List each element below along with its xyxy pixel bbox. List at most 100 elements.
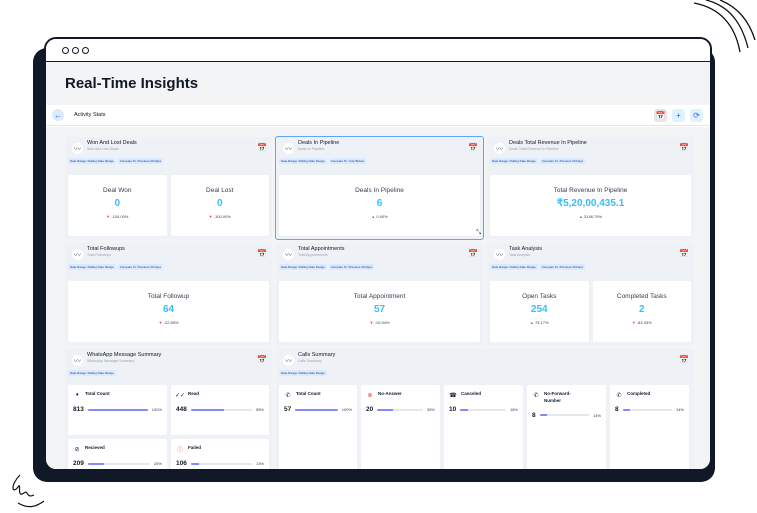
dashboard-content: 〰 Won And Lost Deals Won And Lost Deals … — [46, 127, 712, 469]
up-arrow-icon: ▲ — [578, 214, 583, 219]
stat-label: Open Tasks — [522, 293, 557, 300]
card-subtitle: Deals Total Revenue In Pipeline — [509, 147, 559, 151]
down-arrow-icon: ▼ — [208, 214, 213, 219]
compare-tag: Compare To: Previous 30 Days — [539, 264, 586, 270]
window-dot[interactable] — [82, 46, 89, 54]
calendar-icon[interactable]: 📅 — [679, 248, 689, 258]
call-no-forward-number: ✆ No-Forward-Number 8 14% — [527, 385, 606, 469]
card-tags: Date Range: Rolling Date Range Compare T… — [490, 158, 586, 164]
no-answer-icon: ⊗ — [367, 392, 373, 399]
item-value: 20 — [366, 406, 374, 413]
chart-icon: 〰 — [283, 143, 294, 154]
card-header: 〰 Calls Summary Calls Summary 📅 Date Ran… — [276, 349, 694, 381]
stat-value: 2 — [638, 304, 645, 315]
item-label: Total Count — [85, 391, 110, 396]
card-body: Total Revenue In Pipeline ₹5,20,00,435.1… — [490, 175, 691, 236]
stat-value: 0 — [216, 198, 223, 209]
chart-icon: 〰 — [283, 355, 294, 366]
call-no-answer: ⊗ No-Answer 20 35% — [361, 385, 440, 469]
phone-forward-icon: ✆ — [533, 392, 539, 399]
card-title: Won And Lost Deals — [87, 140, 137, 146]
stat-label: Completed Tasks — [616, 293, 667, 300]
date-range-tag: Date Range: Rolling Date Range — [279, 158, 327, 164]
card-tags: Date Range: Rolling Date Range — [279, 370, 327, 376]
item-percent: 18% — [509, 407, 518, 412]
stat-total-followup: Total Followup 64 ▼ -22.89% — [68, 281, 269, 342]
calendar-icon[interactable]: 📅 — [468, 248, 478, 258]
stat-total-appointment: Total Appointment 57 ▼ -10.94% — [279, 281, 480, 342]
stat-change: ▲ 75.17% — [490, 320, 589, 325]
stat-label: Deal Lost — [206, 187, 234, 194]
back-arrow-icon[interactable]: ← — [52, 109, 64, 121]
compare-tag: Compare To: Previous 30 Days — [328, 264, 375, 270]
chart-icon: 〰 — [72, 249, 83, 260]
stat-value: 6 — [376, 198, 383, 209]
progress-bar — [87, 462, 150, 465]
card-title: Calls Summary — [298, 352, 336, 358]
chart-icon: 〰 — [72, 143, 83, 154]
down-arrow-icon: ▼ — [369, 320, 374, 325]
chart-icon: 〰 — [283, 249, 294, 260]
calendar-icon[interactable]: 📅 — [257, 248, 267, 258]
stat-completed-tasks: Completed Tasks 2 ▼ -83.33% — [592, 281, 691, 342]
calendar-icon[interactable]: 📅 — [468, 142, 478, 152]
add-icon[interactable]: + — [672, 109, 685, 122]
card-header: 〰 Total Appointments Total Appointments … — [276, 243, 483, 275]
item-label: Read — [188, 391, 200, 396]
item-value: 813 — [73, 406, 84, 413]
card-calls-summary[interactable]: 〰 Calls Summary Calls Summary 📅 Date Ran… — [276, 349, 694, 469]
calendar-icon[interactable]: 📅 — [679, 354, 689, 364]
page-header: Real-Time Insights — [46, 62, 710, 105]
card-body: Total Followup 64 ▼ -22.89% — [68, 281, 269, 342]
toolbar-actions: 📅 + ⟳ — [654, 109, 703, 122]
card-subtitle: Total Followups — [87, 253, 112, 257]
progress-bar — [377, 408, 423, 411]
card-tags: Date Range: Rolling Date Range Compare T… — [279, 158, 367, 164]
card-deals-in-pipeline[interactable]: 〰 Deals In Pipeline Deals In Pipeline 📅 … — [275, 136, 484, 240]
stat-label: Total Followup — [147, 293, 190, 300]
stat-label: Deal Won — [103, 187, 132, 194]
card-total-followups[interactable]: 〰 Total Followups Total Followups 📅 Date… — [65, 243, 272, 345]
card-tags: Date Range: Rolling Date Range Compare T… — [490, 264, 586, 270]
calendar-icon[interactable]: 📅 — [257, 354, 267, 364]
change-value: -10.94% — [374, 320, 390, 325]
card-header: 〰 Deals Total Revenue In Pipeline Deals … — [487, 137, 694, 169]
refresh-icon[interactable]: ⟳ — [690, 109, 703, 122]
card-task-analysis[interactable]: 〰 Task Analysis Task Analysis 📅 Date Ran… — [487, 243, 694, 345]
card-total-appointments[interactable]: 〰 Total Appointments Total Appointments … — [276, 243, 483, 345]
stat-change: ▼ -10.94% — [279, 320, 480, 325]
window-dot[interactable] — [72, 46, 79, 54]
item-label: Canceled — [461, 391, 482, 396]
card-header: 〰 Task Analysis Task Analysis 📅 Date Ran… — [487, 243, 694, 275]
stat-value: 64 — [162, 304, 175, 315]
card-whatsapp-summary[interactable]: 〰 WhatsApp Message Summary WhatsApp Mess… — [65, 349, 272, 469]
stat-value: ₹5,20,00,435.1 — [556, 198, 625, 209]
card-title: Task Analysis — [509, 246, 543, 252]
date-range-tag: Date Range: Rolling Date Range — [68, 158, 116, 164]
window-dot[interactable] — [62, 46, 69, 54]
card-title: Total Followups — [87, 246, 125, 252]
item-percent: 100% — [341, 407, 352, 412]
wa-failed: ⓘ Failed 106 13% — [171, 439, 269, 469]
stat-value: 0 — [114, 198, 121, 209]
card-title: Total Appointments — [298, 246, 345, 252]
scrollbar[interactable] — [710, 131, 712, 171]
date-range-tag: Date Range: Rolling Date Range — [279, 370, 327, 376]
resize-icon[interactable]: ⤡ — [476, 230, 481, 237]
calendar-icon[interactable]: 📅 — [679, 142, 689, 152]
card-total-revenue[interactable]: 〰 Deals Total Revenue In Pipeline Deals … — [487, 137, 694, 239]
call-total-count: ✆ Total Count 57 100% — [279, 385, 357, 469]
page-title: Real-Time Insights — [65, 75, 199, 92]
card-won-lost-deals[interactable]: 〰 Won And Lost Deals Won And Lost Deals … — [65, 137, 272, 239]
browser-window: Real-Time Insights ← Activity Stats 📅 + … — [44, 37, 712, 471]
compare-tag: Compare To: Year Before — [328, 158, 367, 164]
call-completed: ✆ Completed 8 14% — [610, 385, 689, 469]
card-header: 〰 Won And Lost Deals Won And Lost Deals … — [65, 137, 272, 169]
card-body: Open Tasks 254 ▲ 75.17% Completed Tasks … — [490, 281, 691, 342]
item-percent: 26% — [153, 461, 162, 466]
calendar-icon[interactable]: 📅 — [654, 109, 667, 122]
card-header: 〰 Deals In Pipeline Deals In Pipeline 📅 … — [276, 137, 483, 169]
calendar-icon[interactable]: 📅 — [257, 142, 267, 152]
card-body: Total Appointment 57 ▼ -10.94% — [279, 281, 480, 342]
progress-bar — [539, 414, 589, 416]
